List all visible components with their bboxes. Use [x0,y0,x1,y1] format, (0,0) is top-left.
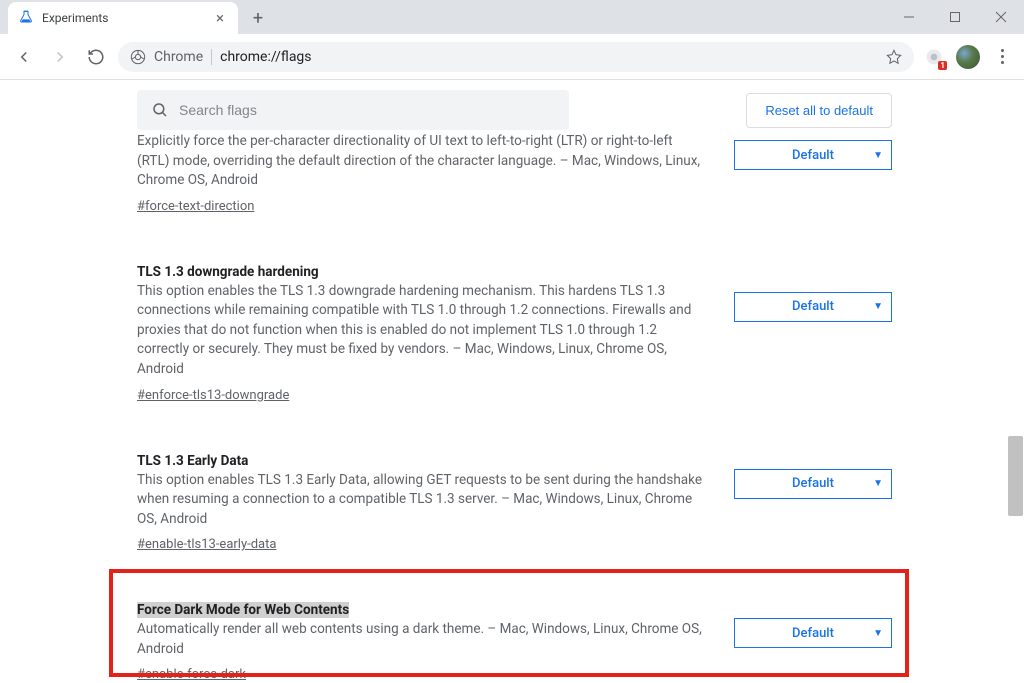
flag-text: Force Dark Mode for Web Contents Automat… [137,602,707,682]
flag-permalink[interactable]: #enable-tls13-early-data [137,537,276,552]
bookmark-star-icon[interactable] [886,49,902,65]
omnibox-divider [211,49,212,65]
minimize-button[interactable] [886,0,932,34]
dropdown-value: Default [792,626,834,641]
window-controls [886,0,1024,34]
chevron-down-icon: ▼ [873,628,883,639]
outer-scrollbar-thumb[interactable] [1008,436,1023,516]
browser-menu-button[interactable] [990,49,1014,64]
flag-item: TLS 1.3 downgrade hardening This option … [132,252,892,409]
flag-description: Explicitly force the per-character direc… [137,132,707,191]
chevron-down-icon: ▼ [873,478,883,489]
toolbar-right: 1 [922,45,1014,69]
page-viewport[interactable]: Reset all to default Explicitly force th… [0,80,1024,683]
flag-text: TLS 1.3 downgrade hardening This option … [137,264,707,403]
maximize-button[interactable] [932,0,978,34]
extension-badge: 1 [938,61,947,70]
flag-permalink[interactable]: #force-text-direction [137,199,254,214]
flag-title: Force Dark Mode for Web Contents [137,602,707,618]
flag-select-wrapper: Default ▼ [734,469,892,553]
flag-item: Force Dark Mode for Web Contents Automat… [132,582,892,683]
reset-all-button[interactable]: Reset all to default [746,93,892,128]
flag-permalink[interactable]: #enable-force-dark [137,667,246,682]
close-tab-icon[interactable]: × [212,10,228,26]
flag-text: TLS 1.3 Early Data This option enables T… [137,453,707,553]
dropdown-value: Default [792,299,834,314]
extension-icon[interactable]: 1 [922,45,946,69]
search-input[interactable] [179,102,555,118]
browser-toolbar: Chrome chrome://flags 1 [0,34,1024,80]
reload-button[interactable] [82,43,110,71]
search-row: Reset all to default [132,90,892,130]
flag-dropdown[interactable]: Default ▼ [734,618,892,648]
forward-button[interactable] [46,43,74,71]
flag-dropdown[interactable]: Default ▼ [734,469,892,499]
flag-item: TLS 1.3 Early Data This option enables T… [132,441,892,559]
flag-description: Automatically render all web contents us… [137,620,707,659]
search-box[interactable] [137,90,569,130]
flag-title: TLS 1.3 downgrade hardening [137,264,707,280]
flag-item: Explicitly force the per-character direc… [132,132,892,220]
flags-content: Reset all to default Explicitly force th… [132,80,892,683]
chevron-down-icon: ▼ [873,301,883,312]
flask-icon [18,10,34,26]
new-tab-button[interactable]: + [244,4,272,32]
flag-text: Explicitly force the per-character direc… [137,132,707,214]
chevron-down-icon: ▼ [873,150,883,161]
search-icon [151,101,169,119]
address-bar[interactable]: Chrome chrome://flags [118,42,914,72]
flag-select-wrapper: Default ▼ [734,140,892,214]
site-label: Chrome [154,49,203,65]
back-button[interactable] [10,43,38,71]
flag-dropdown[interactable]: Default ▼ [734,292,892,322]
flag-description: This option enables the TLS 1.3 downgrad… [137,282,707,380]
close-window-button[interactable] [978,0,1024,34]
flag-title: TLS 1.3 Early Data [137,453,707,469]
tab-bar: Experiments × + [0,0,1024,34]
profile-avatar[interactable] [956,45,980,69]
flag-description: This option enables TLS 1.3 Early Data, … [137,471,707,530]
dropdown-value: Default [792,148,834,163]
url-text: chrome://flags [220,49,878,65]
flag-select-wrapper: Default ▼ [734,292,892,403]
tab-title: Experiments [42,11,212,25]
dropdown-value: Default [792,476,834,491]
flag-dropdown[interactable]: Default ▼ [734,140,892,170]
browser-tab[interactable]: Experiments × [8,2,238,34]
flag-select-wrapper: Default ▼ [734,618,892,682]
flag-permalink[interactable]: #enforce-tls13-downgrade [137,388,289,403]
chrome-icon [130,49,146,65]
